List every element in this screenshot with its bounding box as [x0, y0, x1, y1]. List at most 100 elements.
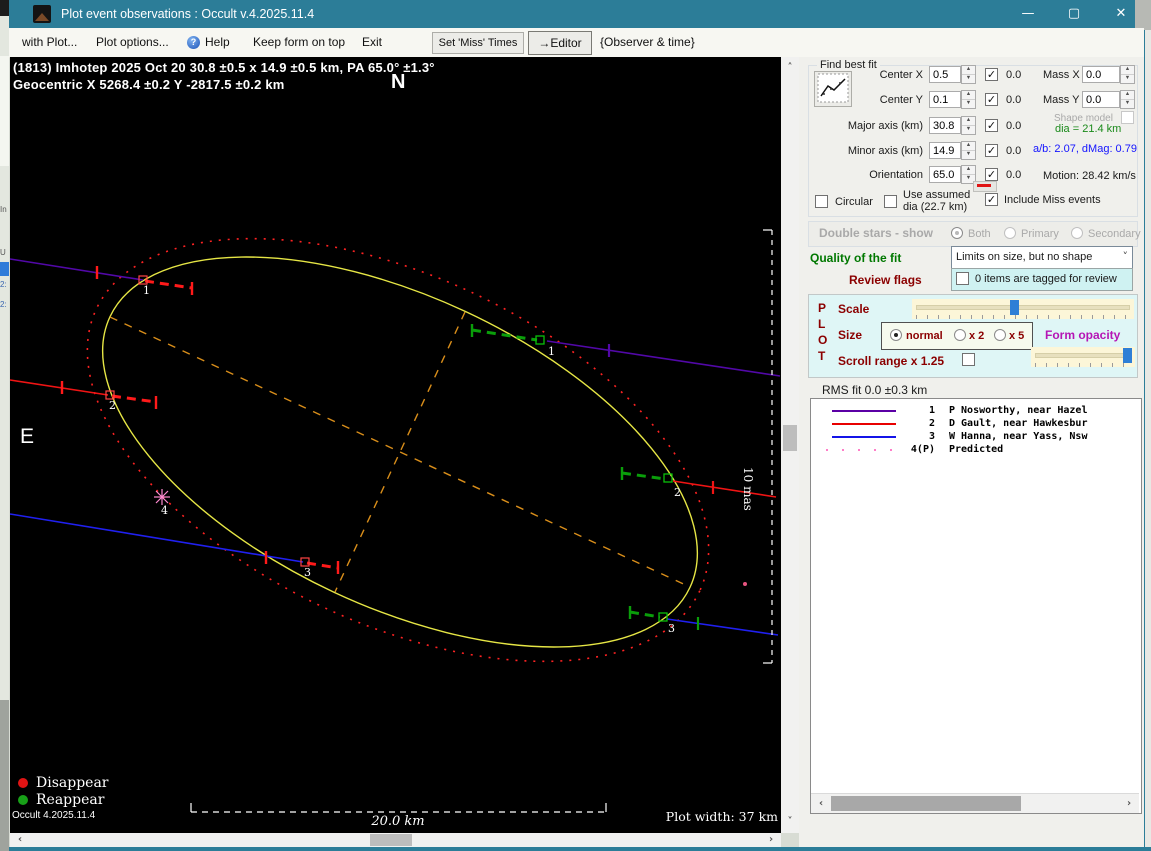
double-secondary-radio[interactable] — [1071, 227, 1083, 239]
major-axis-spinner[interactable]: ▲ ▼ — [961, 116, 976, 135]
mass-y-input[interactable] — [1082, 91, 1120, 108]
scale-slider-thumb[interactable] — [1010, 300, 1019, 315]
quality-dropdown[interactable]: Limits on size, but no shape ˅ — [951, 246, 1133, 270]
spin-up-icon[interactable]: ▲ — [1121, 91, 1134, 100]
draw-color-swatch[interactable] — [973, 181, 997, 192]
review-flags-checkbox[interactable] — [956, 272, 969, 285]
center-y-spinner[interactable]: ▲ ▼ — [961, 90, 976, 109]
spin-up-icon[interactable]: ▲ — [962, 66, 975, 75]
mas-scale-label: 10 mas — [741, 467, 755, 511]
spin-down-icon[interactable]: ▼ — [962, 151, 975, 159]
orientation-error: 0.0 — [1006, 169, 1022, 181]
minor-axis-label: Minor axis (km) — [847, 145, 923, 157]
use-assumed-label-line1: Use assumed — [903, 189, 971, 201]
menu-exit[interactable]: Exit — [362, 35, 382, 49]
form-opacity-slider[interactable] — [1031, 347, 1135, 367]
major-axis-input[interactable] — [929, 117, 961, 134]
scroll-up-arrow[interactable]: ˄ — [784, 61, 796, 75]
predicted-label: 4 — [161, 504, 168, 517]
menu-help[interactable]: Help — [205, 35, 230, 49]
scale-slider[interactable] — [912, 299, 1134, 319]
center-x-spinner[interactable]: ▲ ▼ — [961, 65, 976, 84]
center-x-input[interactable] — [929, 66, 961, 83]
scroll-range-checkbox[interactable] — [962, 353, 975, 366]
spin-down-icon[interactable]: ▼ — [1121, 75, 1134, 83]
scrollbar-thumb[interactable] — [783, 425, 797, 451]
orientation-input[interactable] — [929, 166, 961, 183]
scrollbar-thumb[interactable] — [370, 834, 412, 846]
scroll-left-arrow[interactable]: ‹ — [815, 797, 827, 811]
editor-button[interactable]: →Editor — [528, 31, 592, 55]
scroll-left-arrow[interactable]: ‹ — [14, 833, 26, 847]
minor-axis-spinner[interactable]: ▲ ▼ — [961, 141, 976, 160]
slider-ticks — [1035, 363, 1131, 367]
set-miss-times-button[interactable]: Set 'Miss' Times — [432, 32, 524, 54]
plot-area[interactable]: (1813) Imhotep 2025 Oct 20 30.8 ±0.5 x 1… — [10, 57, 781, 833]
close-button[interactable]: ✕ — [1105, 3, 1137, 25]
background-fragment: 2: — [0, 280, 7, 289]
observer-list-scrollbar[interactable]: ‹ › — [811, 793, 1139, 813]
spin-up-icon[interactable]: ▲ — [962, 142, 975, 151]
predicted-star-marker — [154, 489, 170, 505]
maximize-button[interactable]: ▢ — [1058, 3, 1090, 25]
spin-up-icon[interactable]: ▲ — [962, 117, 975, 126]
mass-x-label: Mass X — [1043, 69, 1080, 81]
ab-ratio-label: a/b: 2.07, dMag: 0.79 — [1033, 143, 1137, 155]
observer1-name: P Nosworthy, near Hazel — [949, 405, 1088, 416]
center-y-input[interactable] — [929, 91, 961, 108]
menu-observer-time[interactable]: {Observer & time} — [600, 35, 695, 49]
use-assumed-checkbox[interactable] — [884, 195, 897, 208]
size-x2-radio[interactable] — [954, 329, 966, 341]
scrollbar-thumb[interactable] — [831, 796, 1021, 811]
plot-horizontal-scrollbar[interactable]: ‹ › — [10, 833, 781, 847]
review-flags-label: Review flags — [849, 273, 922, 287]
major-axis-checkbox[interactable]: ✓ — [985, 119, 998, 132]
major-axis-error: 0.0 — [1006, 120, 1022, 132]
scroll-down-arrow[interactable]: ˅ — [784, 815, 796, 829]
major-axis-label: Major axis (km) — [847, 120, 923, 132]
mass-x-input[interactable] — [1082, 66, 1120, 83]
minor-axis-input[interactable] — [929, 142, 961, 159]
minor-axis-checkbox[interactable]: ✓ — [985, 144, 998, 157]
orientation-checkbox[interactable]: ✓ — [985, 168, 998, 181]
center-x-checkbox[interactable]: ✓ — [985, 68, 998, 81]
observer2-line-swatch — [832, 423, 896, 425]
find-fit-button[interactable] — [814, 71, 852, 107]
motion-label: Motion: 28.42 km/s — [1043, 170, 1136, 182]
use-assumed-label-line2: dia (22.7 km) — [903, 201, 968, 213]
mass-y-label: Mass Y — [1043, 94, 1080, 106]
spin-up-icon[interactable]: ▲ — [962, 166, 975, 175]
scroll-range-label: Scroll range x 1.25 — [838, 354, 945, 368]
minimize-button[interactable]: — — [1012, 3, 1044, 25]
include-miss-checkbox[interactable]: ✓ — [985, 193, 998, 206]
double-primary-radio[interactable] — [1004, 227, 1016, 239]
size-x5-radio[interactable] — [994, 329, 1006, 341]
disappear-legend-dot — [18, 778, 28, 788]
background-window-block — [0, 56, 9, 166]
double-stars-label: Double stars - show — [819, 226, 934, 240]
circular-checkbox[interactable] — [815, 195, 828, 208]
center-y-checkbox[interactable]: ✓ — [985, 93, 998, 106]
observer-list[interactable]: 1 P Nosworthy, near Hazel 2 D Gault, nea… — [810, 398, 1142, 814]
mass-y-spinner[interactable]: ▲ ▼ — [1120, 90, 1135, 109]
shape-model-checkbox[interactable] — [1121, 111, 1134, 124]
background-fragment: U — [0, 248, 6, 257]
spin-down-icon[interactable]: ▼ — [962, 126, 975, 134]
plot-vertical-scrollbar[interactable]: ˄ ˅ — [781, 57, 799, 833]
size-normal-radio[interactable] — [890, 329, 902, 341]
menu-keep-on-top[interactable]: Keep form on top — [253, 35, 345, 49]
spin-down-icon[interactable]: ▼ — [962, 75, 975, 83]
spin-down-icon[interactable]: ▼ — [962, 100, 975, 108]
menu-plot-options[interactable]: Plot options... — [96, 35, 169, 49]
form-opacity-slider-thumb[interactable] — [1123, 348, 1132, 363]
review-flags-value: 0 items are tagged for review — [975, 273, 1117, 285]
spin-down-icon[interactable]: ▼ — [1121, 100, 1134, 108]
menu-with-plot[interactable]: with Plot... — [22, 35, 77, 49]
spin-up-icon[interactable]: ▲ — [1121, 66, 1134, 75]
spin-up-icon[interactable]: ▲ — [962, 91, 975, 100]
chord2-line — [672, 480, 777, 498]
mass-x-spinner[interactable]: ▲ ▼ — [1120, 65, 1135, 84]
scroll-right-arrow[interactable]: › — [765, 833, 777, 847]
double-both-radio[interactable] — [951, 227, 963, 239]
scroll-right-arrow[interactable]: › — [1123, 797, 1135, 811]
